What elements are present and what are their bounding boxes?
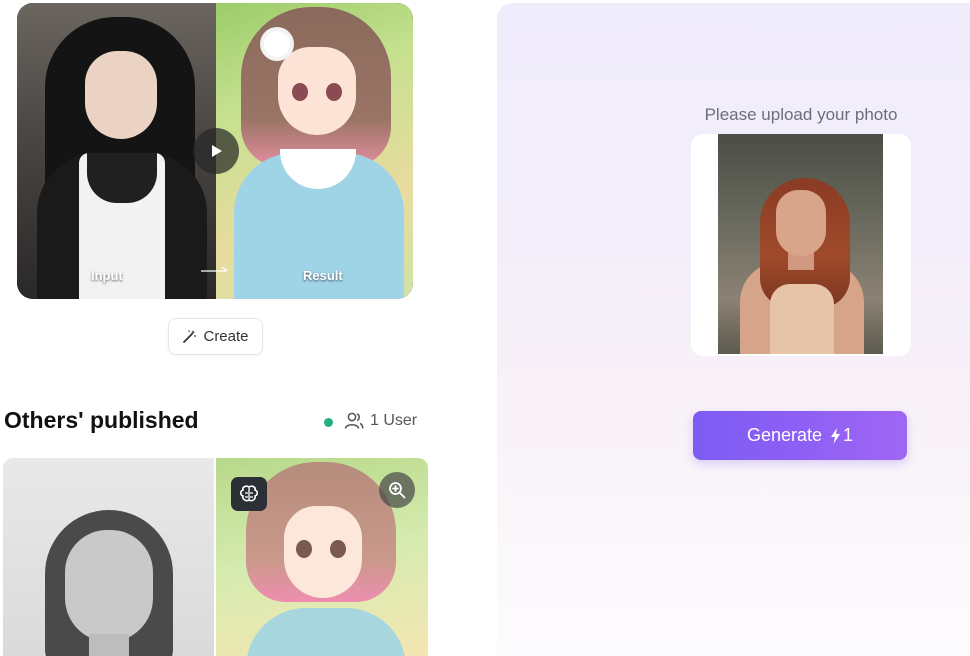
input-image — [17, 3, 216, 299]
user-count: 1 User — [344, 412, 417, 430]
photo-upload-area[interactable] — [691, 134, 911, 356]
arrow-right-icon — [201, 266, 228, 272]
user-count-label: 1 User — [370, 412, 418, 429]
uploaded-photo — [718, 134, 883, 354]
brain-button[interactable] — [231, 477, 267, 511]
input-label: Input — [91, 268, 123, 283]
create-button-label: Create — [203, 328, 249, 345]
online-status-dot — [324, 418, 333, 427]
generate-button[interactable]: Generate 1 — [693, 411, 907, 460]
generate-panel: Please upload your photo Generate 1 — [497, 3, 970, 656]
generate-cost-value: 1 — [843, 425, 854, 445]
demo-comparison-card[interactable]: Input Result — [17, 3, 413, 299]
lightning-icon — [831, 427, 841, 444]
generate-cost: 1 — [830, 425, 853, 446]
brain-icon — [239, 485, 259, 502]
play-button[interactable] — [193, 128, 239, 174]
create-button[interactable]: Create — [168, 318, 263, 355]
section-title: Others' published — [4, 407, 199, 433]
play-icon — [212, 145, 222, 157]
upload-label: Please upload your photo — [704, 105, 898, 124]
published-card[interactable] — [3, 458, 428, 656]
users-icon — [344, 412, 364, 429]
generate-button-label: Generate — [746, 425, 823, 445]
magic-wand-icon — [183, 330, 197, 343]
result-image — [216, 3, 413, 299]
zoom-in-icon — [389, 482, 406, 499]
zoom-button[interactable] — [379, 472, 415, 508]
result-label: Result — [303, 268, 343, 283]
published-input-image — [3, 458, 214, 656]
